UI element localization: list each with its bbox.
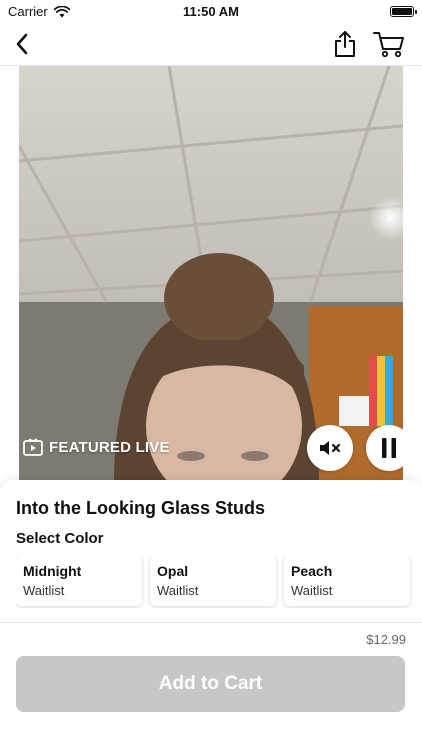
mute-icon [320,441,341,455]
share-button[interactable] [332,29,358,59]
pause-icon [382,438,396,458]
price-label: $12.99 [366,632,406,647]
color-option-opal[interactable]: Opal Waitlist [150,556,276,606]
cart-icon [373,32,404,58]
cart-button[interactable] [372,29,406,59]
featured-live-badge: FEATURED LIVE [23,438,170,456]
back-button[interactable] [8,29,36,59]
battery-icon [390,6,417,17]
color-option-name: Opal [157,563,189,579]
tv-play-icon [23,438,43,456]
color-option-name: Peach [291,563,333,579]
live-video[interactable]: FEATURED LIVE [19,66,403,482]
mute-button[interactable] [307,425,353,471]
status-bar: Carrier 11:50 AM [0,0,422,24]
color-option-status: Waitlist [291,583,333,598]
color-option-peach[interactable]: Peach Waitlist [284,556,410,606]
color-option-midnight[interactable]: Midnight Waitlist [16,556,142,606]
color-option-name: Midnight [23,563,82,579]
color-option-status: Waitlist [157,583,199,598]
color-option-status: Waitlist [23,583,65,598]
chevron-left-icon [16,33,28,55]
product-title: Into the Looking Glass Studs [16,498,266,518]
color-options: Midnight Waitlist Opal Waitlist Peach Wa… [16,556,422,608]
nav-bar [0,24,422,66]
product-sheet: Into the Looking Glass Studs Select Colo… [0,480,422,750]
share-icon [335,31,355,57]
featured-live-label: FEATURED LIVE [49,438,170,456]
divider [0,622,422,623]
select-color-label: Select Color [16,530,104,547]
video-frame-image [19,66,403,482]
status-time: 11:50 AM [183,4,239,19]
add-to-cart-button[interactable]: Add to Cart [16,656,405,712]
